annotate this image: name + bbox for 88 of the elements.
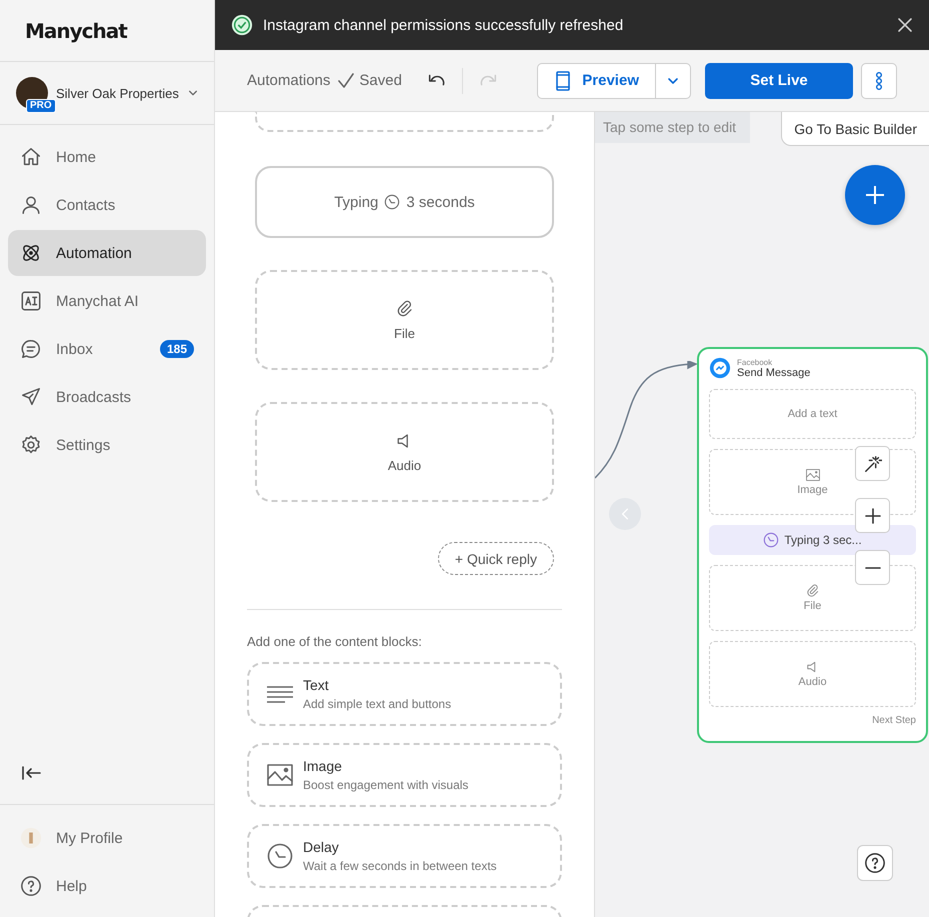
clock-icon	[267, 843, 293, 869]
option-title: Delay	[303, 839, 340, 855]
nav-item[interactable]: Broadcasts	[8, 374, 206, 420]
avatar-icon	[20, 827, 42, 849]
audio-block[interactable]: Audio	[709, 641, 916, 707]
content-block-option[interactable]: Image Boost engagement with visuals	[247, 743, 562, 807]
option-title: Text	[303, 677, 330, 693]
help-icon	[864, 852, 886, 874]
nav-item[interactable]: My Profile	[8, 815, 206, 861]
close-icon	[897, 17, 913, 33]
phone-icon	[556, 70, 570, 90]
zoom-in-button[interactable]	[855, 498, 890, 533]
settings-icon	[20, 434, 42, 456]
send-icon	[20, 386, 42, 408]
hint-label: Tap some step to edit	[595, 112, 750, 143]
image-icon	[806, 468, 820, 482]
chevron-left-icon	[621, 508, 629, 520]
content-block-option[interactable]: Delay Wait a few seconds in between texts	[247, 824, 562, 888]
plus-icon	[864, 508, 880, 524]
magic-wand-button[interactable]	[855, 446, 890, 481]
option-title: Image	[303, 758, 343, 774]
ai-icon	[20, 290, 42, 312]
channel-label: Facebook	[737, 358, 774, 366]
block-label: File	[394, 326, 415, 340]
clock-icon	[384, 194, 400, 210]
message-node[interactable]: Facebook Send Message Add a text Image Typing 3 sec... File Audio Next Step	[697, 347, 928, 743]
paperclip-icon	[396, 300, 414, 318]
count-badge: 185	[160, 340, 194, 358]
collapse-sidebar-icon[interactable]	[22, 766, 42, 780]
check-circle-icon	[231, 14, 253, 36]
messenger-icon	[709, 357, 731, 379]
nav-item[interactable]: Manychat AI	[8, 278, 206, 324]
plus-icon	[865, 185, 885, 205]
typing-block[interactable]: Typing 3 sec...	[709, 525, 916, 555]
close-button[interactable]	[897, 17, 913, 33]
duration-label: 3 seconds	[406, 194, 475, 210]
chevron-down-icon	[188, 88, 198, 98]
nav-item[interactable]: Inbox 185	[8, 326, 206, 372]
nav-item[interactable]: Help	[8, 863, 206, 909]
block-label: Image	[797, 484, 828, 496]
set-live-button[interactable]: Set Live	[705, 62, 853, 98]
paperclip-icon	[806, 584, 820, 598]
basic-builder-button[interactable]: Go To Basic Builder	[781, 112, 929, 146]
content-block-option[interactable]: Text Add simple text and buttons	[247, 662, 562, 726]
more-options-button[interactable]	[861, 62, 897, 98]
block-label: Add a text	[788, 408, 838, 420]
option-description: Add simple text and buttons	[303, 697, 452, 711]
text-block[interactable]: Add a text	[709, 389, 916, 439]
magic-wand-icon	[864, 454, 882, 472]
zoom-out-button[interactable]	[855, 550, 890, 585]
option-description: Wait a few seconds in between texts	[303, 859, 497, 873]
account-name: Silver Oak Properties	[56, 86, 180, 100]
nav-item[interactable]: Automation	[8, 230, 206, 276]
option-description: Boost engagement with visuals	[303, 778, 468, 792]
breadcrumb-link[interactable]: Automations	[247, 72, 330, 89]
person-icon	[20, 194, 42, 216]
brand-logo[interactable]: Manychat	[25, 18, 127, 42]
checkmark-icon	[338, 72, 354, 88]
block-label: Audio	[798, 676, 827, 688]
lines-icon	[267, 684, 293, 704]
quick-reply-button[interactable]: + Quick reply	[438, 542, 554, 575]
account-switcher[interactable]: PRO Silver Oak Properties	[0, 62, 214, 125]
nav-item[interactable]: Home	[8, 134, 206, 180]
plan-badge: PRO	[26, 99, 56, 113]
next-step-label: Next Step	[872, 715, 916, 726]
minus-icon	[864, 566, 880, 568]
block-label: Typing 3 sec...	[784, 533, 862, 547]
more-icon	[875, 70, 883, 90]
block-label: Audio	[388, 458, 422, 472]
help-icon	[20, 875, 42, 897]
clock-icon	[763, 532, 780, 548]
file-block[interactable]: File	[255, 270, 554, 370]
home-icon	[20, 146, 42, 168]
image-icon	[267, 764, 293, 786]
nav-item[interactable]: Settings	[8, 422, 206, 468]
node-title: Send Message	[737, 366, 810, 378]
typing-block[interactable]: Typing 3 seconds	[255, 166, 554, 238]
save-status: Saved	[359, 72, 402, 89]
chat-bubble-icon	[20, 338, 42, 360]
typing-label: Typing	[334, 194, 378, 210]
section-heading: Add one of the content blocks:	[247, 634, 423, 649]
block-label: File	[804, 600, 822, 612]
help-button[interactable]	[857, 845, 893, 881]
add-button[interactable]	[845, 165, 905, 225]
nav-item[interactable]: Contacts	[8, 182, 206, 228]
notification-message: Instagram channel permissions successfully refreshed	[263, 16, 624, 34]
atom-icon	[20, 242, 42, 264]
audio-block[interactable]: Audio	[255, 402, 554, 502]
